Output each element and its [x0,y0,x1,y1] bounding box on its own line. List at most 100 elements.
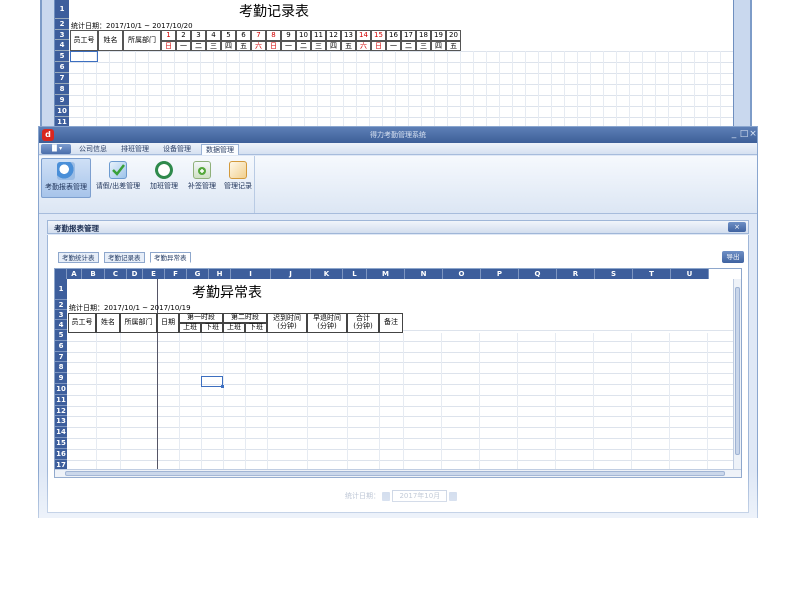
row-header[interactable]: 1 [55,279,67,300]
column-header[interactable]: T [633,269,671,279]
header-period-1-on: 上班 [179,323,201,333]
background-row-header: 7 [55,73,69,84]
tab-shift-management[interactable]: 排班管理 [117,144,153,155]
background-day-number: 18 [416,30,431,41]
report-panel-header: 考勤报表管理 × [47,220,749,234]
row-header[interactable]: 9 [55,373,67,384]
row-header[interactable]: 12 [55,405,67,417]
row-header[interactable]: 10 [55,384,67,395]
column-header[interactable]: G [187,269,209,279]
background-row-header: 5 [55,51,69,62]
row-header[interactable]: 15 [55,438,67,449]
minimize-button[interactable]: _ [729,129,739,140]
tab-attendance-record[interactable]: 考勤记录表 [104,252,145,263]
date-filter-label: 统计日期： [345,492,380,500]
column-header[interactable]: L [343,269,367,279]
date-filter-value[interactable]: 2017年10月 [392,490,448,502]
resign-management-button[interactable]: 补签管理 [185,158,219,198]
background-row-header: 4 [55,40,69,51]
fill-handle[interactable] [221,385,224,388]
header-period-1: 第一时段 [179,313,223,323]
column-header[interactable]: B [82,269,105,279]
management-records-button[interactable]: 管理记录 [221,158,255,198]
header-name: 姓名 [96,313,120,333]
column-header[interactable]: N [405,269,443,279]
tab-company-info[interactable]: 公司信息 [75,144,111,155]
column-header[interactable]: D [127,269,143,279]
overtime-management-button[interactable]: 加班管理 [145,158,183,198]
column-header[interactable]: J [271,269,311,279]
overtime-clock-icon [155,161,173,179]
vertical-scroll-thumb[interactable] [735,287,740,455]
selected-cell[interactable] [201,376,223,387]
horizontal-scrollbar[interactable] [55,469,741,477]
column-header[interactable]: K [311,269,343,279]
column-header[interactable]: S [595,269,633,279]
ribbon-button-label: 加班管理 [150,182,178,190]
background-day-number: 3 [191,30,206,41]
sheet-period: 统计日期：2017/10/1 ~ 2017/10/19 [69,304,191,312]
column-header[interactable]: I [231,269,271,279]
column-header[interactable]: R [557,269,595,279]
column-header[interactable]: H [209,269,231,279]
background-header-cell: 姓名 [98,30,123,51]
column-header[interactable]: U [671,269,709,279]
column-header[interactable]: E [143,269,165,279]
row-header[interactable]: 11 [55,394,67,406]
report-management-button[interactable]: 考勤报表管理 [41,158,91,198]
header-period-2-on: 上班 [223,323,245,333]
exception-spreadsheet[interactable]: ABCDEFGHIJKLMNOPQRSTU 1 2 3 4 5 6 7 8 9 10 11 12 13 1… [54,268,742,478]
record-note-icon [229,161,247,179]
column-header[interactable]: F [165,269,187,279]
background-weekday: 二 [191,41,206,51]
row-header[interactable]: 14 [55,427,67,438]
app-menu-button[interactable]: ▐▌▾ [41,144,71,154]
vertical-scrollbar[interactable] [733,279,741,469]
row-header[interactable]: 3 [55,310,67,320]
background-row-header: 1 [55,0,69,19]
tab-attendance-summary[interactable]: 考勤统计表 [58,252,99,263]
tab-attendance-exception[interactable]: 考勤异常表 [150,252,191,263]
horizontal-scroll-thumb[interactable] [65,471,725,476]
panel-close-button[interactable]: × [728,222,746,232]
tab-data-management[interactable]: 数据管理 [201,144,239,155]
header-department: 所属部门 [120,313,157,333]
close-button[interactable]: × [748,129,758,140]
column-header[interactable]: Q [519,269,557,279]
column-header[interactable]: P [481,269,519,279]
select-all-corner[interactable] [55,269,67,279]
row-header[interactable]: 13 [55,416,67,428]
column-header[interactable]: O [443,269,481,279]
header-total-minutes: 合计 (分钟) [347,313,379,333]
column-header[interactable]: C [105,269,127,279]
export-button[interactable]: 导出 [722,251,744,263]
background-day-number: 17 [401,30,416,41]
row-header[interactable]: 6 [55,340,67,352]
column-header[interactable]: A [67,269,82,279]
row-header[interactable]: 5 [55,330,67,341]
date-next-button[interactable] [449,491,458,501]
tab-device-management[interactable]: 设备管理 [159,144,195,155]
background-weekday: 二 [296,41,311,51]
background-weekday: 日 [371,41,386,51]
row-header[interactable]: 2 [55,300,67,310]
background-row-header: 2 [55,19,69,30]
ribbon-group-data: 考勤报表管理 请假/出差管理 加班管理 补签管理 管理记录 [41,156,255,213]
window-title: 得力考勤管理系统 [370,131,426,139]
background-weekday: 日 [266,41,281,51]
row-header[interactable]: 4 [55,320,67,330]
column-header[interactable]: M [367,269,405,279]
background-day-number: 11 [311,30,326,41]
leave-trip-management-button[interactable]: 请假/出差管理 [93,158,143,198]
background-row-header: 3 [55,30,69,40]
row-header[interactable]: 7 [55,351,67,363]
background-weekday: 三 [311,41,326,51]
row-header[interactable]: 8 [55,362,67,374]
sheet-title: 考勤异常表 [192,285,262,301]
date-prev-button[interactable] [382,491,391,501]
background-header-cell: 所属部门 [123,30,161,51]
background-day-number: 13 [341,30,356,41]
header-period-1-off: 下班 [201,323,223,333]
header-early-minutes: 早退时间 (分钟) [307,313,347,333]
row-header[interactable]: 16 [55,448,67,460]
